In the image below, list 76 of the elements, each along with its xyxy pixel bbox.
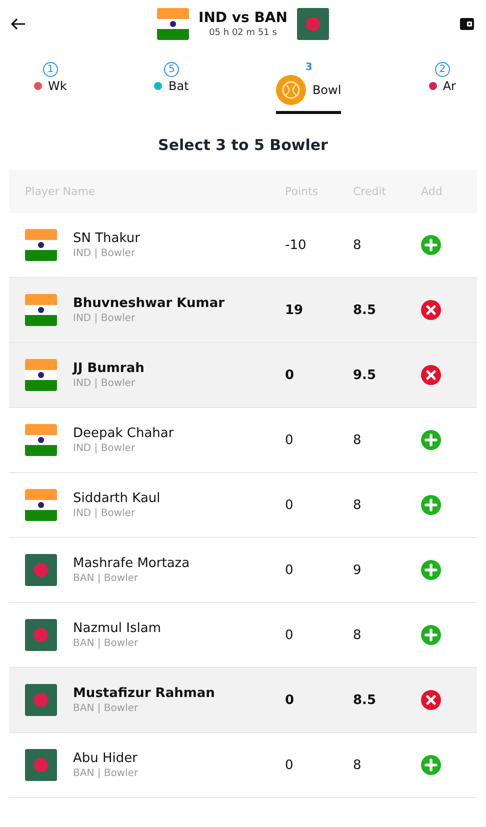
player-credit: 8 [353, 628, 362, 642]
count-label: 3 [305, 62, 312, 73]
player-name: JJ Bumrah [73, 361, 146, 376]
player-name: Nazmul Islam [73, 621, 162, 636]
add-button[interactable] [421, 560, 441, 580]
role-tab[interactable]: 3 Bowl [276, 62, 342, 114]
wallet-icon[interactable] [460, 18, 474, 30]
player-flag [25, 749, 57, 781]
player-points: 0 [285, 368, 296, 382]
player-team-role: IND | Bowler [73, 378, 136, 389]
player-flag [25, 554, 57, 586]
add-button[interactable] [421, 625, 441, 645]
player-name: Deepak Chahar [73, 426, 175, 441]
player-flag [25, 294, 57, 326]
remove-button[interactable] [421, 690, 441, 710]
team-flag [297, 8, 330, 40]
player-row[interactable]: Bhuvneshwar Kumar IND | Bowler 19 8.5 [9, 278, 477, 343]
role-tab[interactable]: 2 Ar [428, 62, 456, 114]
player-team-role: BAN | Bowler [73, 573, 140, 584]
match-title: IND vs BAN [198, 10, 288, 26]
player-points: -10 [285, 238, 308, 252]
remove-button[interactable] [421, 365, 441, 385]
player-team-role: BAN | Bowler [73, 638, 140, 649]
player-credit: 8 [353, 432, 362, 448]
player-team-role: IND | Bowler [73, 313, 136, 324]
player-flag [25, 619, 57, 651]
player-credit: 8 [353, 238, 362, 252]
player-points: 0 [285, 432, 294, 448]
count-badge: 2 [434, 62, 450, 77]
player-points: 19 [285, 302, 304, 318]
player-flag [25, 359, 57, 391]
player-credit: 8 [353, 498, 362, 512]
player-credit: 9.5 [353, 368, 378, 382]
player-name: SN Thakur [73, 231, 141, 246]
player-credit: 8 [353, 758, 362, 772]
player-name: Siddarth Kaul [73, 491, 162, 506]
add-button[interactable] [421, 235, 441, 255]
selection-instruction: Select 3 to 5 Bowler [157, 136, 329, 154]
player-team-role: IND | Bowler [73, 248, 136, 259]
player-name: Abu Hider [73, 751, 138, 766]
remove-button[interactable] [421, 300, 441, 320]
countdown-timer: 05 h 02 m 51 s [209, 28, 277, 38]
player-credit: 9 [353, 562, 362, 578]
player-points: 0 [285, 498, 294, 512]
player-points: 0 [285, 628, 294, 642]
tab-label: Ar [442, 79, 456, 93]
add-button[interactable] [421, 755, 441, 775]
player-name: Bhuvneshwar Kumar [73, 296, 226, 311]
add-button[interactable] [421, 495, 441, 515]
role-tab[interactable]: 5 Bat [154, 62, 189, 114]
player-team-role: BAN | Bowler [73, 703, 140, 714]
team-flag [156, 8, 188, 40]
role-tab[interactable]: 1 Wk [34, 62, 67, 114]
tab-label: Wk [48, 79, 67, 93]
player-name: Mustafizur Rahman [73, 686, 216, 701]
player-points: 0 [285, 692, 296, 708]
player-team-role: IND | Bowler [73, 443, 136, 454]
player-points: 0 [285, 562, 294, 578]
player-row[interactable]: JJ Bumrah IND | Bowler 0 9.5 [9, 343, 477, 408]
player-credit: 8.5 [353, 302, 378, 318]
player-points: 0 [285, 758, 294, 772]
player-flag [25, 684, 57, 716]
tab-label: Bat [168, 79, 189, 93]
back-icon[interactable] [10, 16, 26, 32]
player-name: Mashrafe Mortaza [73, 556, 191, 571]
count-badge: 5 [164, 62, 180, 77]
tab-label: Bowl [312, 83, 342, 97]
add-button[interactable] [421, 430, 441, 450]
player-row[interactable]: Mustafizur Rahman BAN | Bowler 0 8.5 [9, 668, 477, 733]
player-flag [25, 229, 57, 261]
player-credit: 8.5 [353, 692, 378, 708]
player-team-role: IND | Bowler [73, 508, 136, 519]
count-badge: 1 [42, 62, 58, 77]
player-team-role: BAN | Bowler [73, 768, 140, 779]
player-flag [25, 424, 57, 456]
player-flag [25, 489, 57, 521]
